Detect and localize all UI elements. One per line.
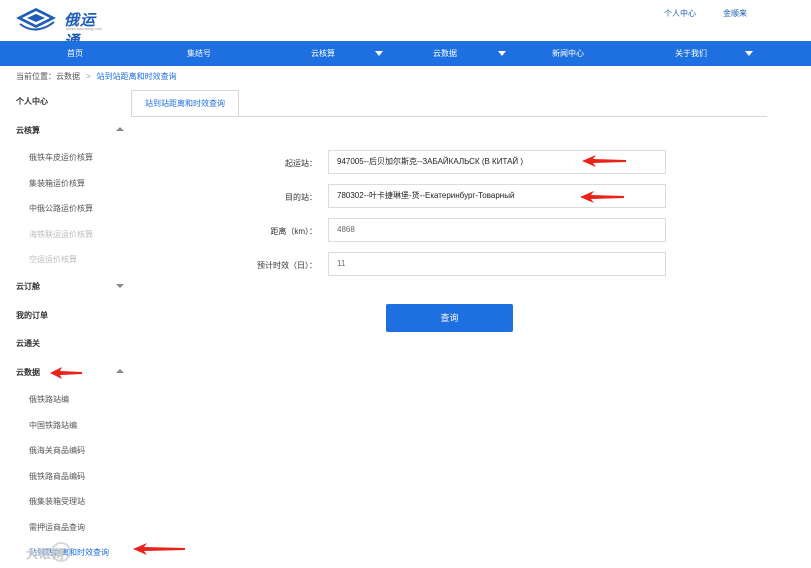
annotation-arrow-icon bbox=[133, 543, 185, 555]
chevron-down-icon[interactable] bbox=[745, 51, 753, 56]
tab-divider bbox=[131, 116, 767, 117]
distance-label: 距离（km）： bbox=[270, 227, 317, 236]
duration-label: 预计时效（日）： bbox=[257, 261, 317, 270]
annotation-arrow-icon bbox=[582, 155, 626, 167]
nav-about[interactable]: 关于我们 bbox=[675, 41, 707, 66]
chevron-down-icon[interactable] bbox=[498, 51, 506, 56]
sidebar-item-road-calc[interactable]: 中俄公路运价核算 bbox=[29, 203, 93, 214]
sidebar-personal-center[interactable]: 个人中心 bbox=[16, 96, 48, 107]
breadcrumb-separator: > bbox=[86, 72, 91, 81]
sidebar-item-russian-customs-codes[interactable]: 俄海关商品编码 bbox=[29, 445, 85, 456]
chevron-down-icon[interactable] bbox=[116, 284, 124, 288]
sidebar-cloud-data[interactable]: 云数据 bbox=[16, 367, 40, 378]
nav-cloud-calc[interactable]: 云核算 bbox=[311, 41, 335, 66]
sidebar-item-air-calc: 空运运价核算 bbox=[29, 255, 77, 264]
chevron-down-icon[interactable] bbox=[375, 51, 383, 56]
sidebar-item-container-stations[interactable]: 俄集装箱受理站 bbox=[29, 496, 85, 507]
tab-distance-query[interactable]: 站到站距离和时效查询 bbox=[131, 90, 239, 117]
logo-icon bbox=[16, 8, 56, 31]
logo[interactable]: 俄运通 www.ruyuntong.com bbox=[14, 4, 104, 50]
sidebar-cloud-calc[interactable]: 云核算 bbox=[16, 125, 40, 136]
sidebar-item-russian-rail-stations[interactable]: 俄铁路站编 bbox=[29, 394, 69, 405]
annotation-arrow-icon bbox=[50, 367, 82, 379]
sidebar-item-russian-wagon-calc[interactable]: 俄铁车皮运价核算 bbox=[29, 152, 93, 163]
brand-subtitle: www.ruyuntong.com bbox=[66, 26, 103, 31]
sidebar-cloud-customs[interactable]: 云通关 bbox=[16, 338, 40, 349]
query-button[interactable]: 查询 bbox=[386, 304, 513, 332]
chevron-up-icon[interactable] bbox=[116, 127, 124, 131]
breadcrumb: 当前位置：云数据 > 站到站距离和时效查询 bbox=[16, 71, 177, 82]
sidebar-item-china-rail-stations[interactable]: 中国铁路站编 bbox=[29, 420, 77, 431]
sidebar-item-container-calc[interactable]: 集装箱运价核算 bbox=[29, 178, 85, 189]
main-nav: 首页 集结号 云核算 云数据 新闻中心 关于我们 bbox=[0, 41, 811, 66]
personal-center-link[interactable]: 个人中心 bbox=[664, 8, 696, 19]
sidebar-my-orders[interactable]: 我的订单 bbox=[16, 310, 48, 321]
nav-news[interactable]: 新闻中心 bbox=[552, 41, 584, 66]
distance-field: 4868 bbox=[328, 218, 666, 242]
breadcrumb-prefix: 当前位置： bbox=[16, 72, 56, 81]
page-root: { "brand": { "name": "俄运通", "subtitle": … bbox=[0, 0, 811, 568]
annotation-arrow-icon bbox=[580, 191, 624, 203]
nav-cloud-data[interactable]: 云数据 bbox=[433, 41, 457, 66]
nav-assembly[interactable]: 集结号 bbox=[187, 41, 211, 66]
destination-label: 目的站： bbox=[285, 193, 317, 202]
breadcrumb-current[interactable]: 站到站距离和时效查询 bbox=[97, 72, 177, 81]
user-name-link[interactable]: 金顺来 bbox=[723, 8, 747, 19]
duration-field: 11 bbox=[328, 252, 666, 276]
sidebar-item-escort-goods[interactable]: 需押运商品查询 bbox=[29, 522, 85, 533]
chevron-up-icon[interactable] bbox=[116, 369, 124, 373]
breadcrumb-level1[interactable]: 云数据 bbox=[56, 72, 80, 81]
sidebar-item-sea-rail-calc: 海铁联运运价核算 bbox=[29, 230, 93, 239]
sidebar-cloud-booking[interactable]: 云订舱 bbox=[16, 281, 40, 292]
sidebar-item-russian-rail-goods-codes[interactable]: 俄铁路商品编码 bbox=[29, 471, 85, 482]
origin-label: 起运站： bbox=[285, 159, 317, 168]
nav-home[interactable]: 首页 bbox=[67, 41, 83, 66]
watermark-text: 大眼网 bbox=[26, 547, 66, 561]
